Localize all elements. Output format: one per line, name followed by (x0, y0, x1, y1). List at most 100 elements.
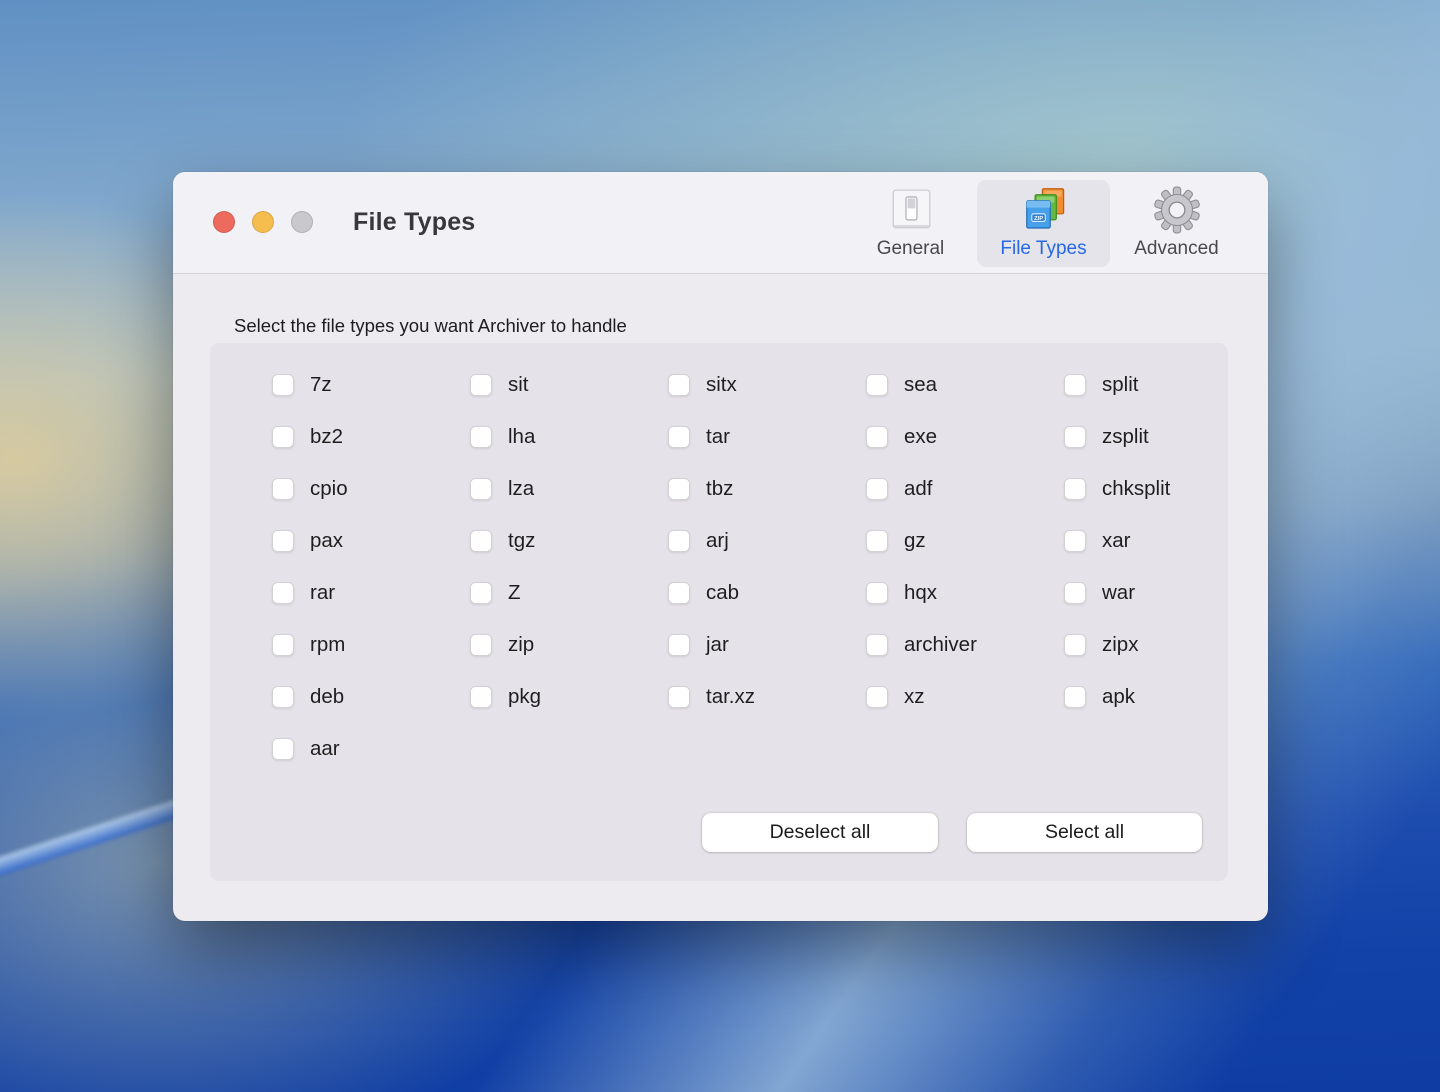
file-type-option-deb[interactable]: deb (272, 671, 348, 723)
file-type-option-archiver[interactable]: archiver (866, 619, 977, 671)
tab-advanced[interactable]: Advanced (1110, 180, 1243, 267)
file-type-option-cab[interactable]: cab (668, 567, 755, 619)
checkbox-unchecked[interactable] (668, 582, 690, 604)
minimize-button[interactable] (252, 211, 274, 233)
file-type-option-jar[interactable]: jar (668, 619, 755, 671)
file-type-label: gz (904, 529, 926, 553)
checkbox-unchecked[interactable] (866, 530, 888, 552)
file-type-option-xz[interactable]: xz (866, 671, 977, 723)
file-type-option-tgz[interactable]: tgz (470, 515, 541, 567)
file-type-label: xz (904, 685, 925, 709)
zoom-button[interactable] (291, 211, 313, 233)
file-type-label: pkg (508, 685, 541, 709)
file-type-option-sit[interactable]: sit (470, 359, 541, 411)
checkbox-unchecked[interactable] (1064, 582, 1086, 604)
file-type-column: 7z bz2 cpio pax rarrpmdeb aar (272, 359, 348, 775)
checkbox-unchecked[interactable] (470, 686, 492, 708)
file-type-label: pax (310, 529, 343, 553)
select-all-button[interactable]: Select all (967, 813, 1202, 852)
checkbox-unchecked[interactable] (866, 426, 888, 448)
checkbox-unchecked[interactable] (1064, 634, 1086, 656)
checkbox-unchecked[interactable] (272, 738, 294, 760)
file-type-option-hqx[interactable]: hqx (866, 567, 977, 619)
checkbox-unchecked[interactable] (272, 530, 294, 552)
checkbox-unchecked[interactable] (668, 530, 690, 552)
checkbox-unchecked[interactable] (272, 478, 294, 500)
checkbox-unchecked[interactable] (1064, 374, 1086, 396)
file-type-label: 7z (310, 373, 332, 397)
checkbox-unchecked[interactable] (866, 686, 888, 708)
file-type-option-tar.xz[interactable]: tar.xz (668, 671, 755, 723)
file-type-option-zipx[interactable]: zipx (1064, 619, 1170, 671)
close-button[interactable] (213, 211, 235, 233)
file-type-option-zip[interactable]: zip (470, 619, 541, 671)
file-type-label: aar (310, 737, 340, 761)
checkbox-unchecked[interactable] (470, 530, 492, 552)
deselect-all-button[interactable]: Deselect all (702, 813, 938, 852)
file-type-option-pax[interactable]: pax (272, 515, 348, 567)
checkbox-unchecked[interactable] (866, 582, 888, 604)
file-type-option-split[interactable]: split (1064, 359, 1170, 411)
file-type-label: war (1102, 581, 1135, 605)
file-type-label: exe (904, 425, 937, 449)
checkbox-unchecked[interactable] (470, 634, 492, 656)
file-type-option-tbz[interactable]: tbz (668, 463, 755, 515)
file-type-option-bz2[interactable]: bz2 (272, 411, 348, 463)
checkbox-unchecked[interactable] (1064, 478, 1086, 500)
file-type-option-chksplit[interactable]: chksplit (1064, 463, 1170, 515)
file-type-option-7z[interactable]: 7z (272, 359, 348, 411)
file-type-option-tar[interactable]: tar (668, 411, 755, 463)
checkbox-unchecked[interactable] (470, 582, 492, 604)
file-type-option-gz[interactable]: gz (866, 515, 977, 567)
checkbox-unchecked[interactable] (668, 634, 690, 656)
switch-icon (888, 182, 934, 238)
checkbox-unchecked[interactable] (1064, 426, 1086, 448)
file-type-column: sea exe adf gz hqxarchiver xz (866, 359, 977, 723)
file-type-option-exe[interactable]: exe (866, 411, 977, 463)
file-type-option-lza[interactable]: lza (470, 463, 541, 515)
file-type-option-Z[interactable]: Z (470, 567, 541, 619)
checkbox-unchecked[interactable] (470, 426, 492, 448)
file-type-label: cpio (310, 477, 348, 501)
file-type-option-rpm[interactable]: rpm (272, 619, 348, 671)
checkbox-unchecked[interactable] (1064, 530, 1086, 552)
checkbox-unchecked[interactable] (470, 374, 492, 396)
checkbox-unchecked[interactable] (668, 374, 690, 396)
checkbox-unchecked[interactable] (272, 582, 294, 604)
checkbox-unchecked[interactable] (668, 478, 690, 500)
checkbox-unchecked[interactable] (866, 478, 888, 500)
tab-file-types[interactable]: ZIP File Types (977, 180, 1110, 267)
checkbox-unchecked[interactable] (272, 634, 294, 656)
file-type-option-zsplit[interactable]: zsplit (1064, 411, 1170, 463)
file-type-option-apk[interactable]: apk (1064, 671, 1170, 723)
file-type-option-aar[interactable]: aar (272, 723, 348, 775)
file-type-label: sit (508, 373, 529, 397)
file-type-label: xar (1102, 529, 1130, 553)
checkbox-unchecked[interactable] (272, 426, 294, 448)
file-type-option-xar[interactable]: xar (1064, 515, 1170, 567)
checkbox-unchecked[interactable] (1064, 686, 1086, 708)
file-type-option-sea[interactable]: sea (866, 359, 977, 411)
checkbox-unchecked[interactable] (668, 686, 690, 708)
file-type-option-lha[interactable]: lha (470, 411, 541, 463)
file-type-option-adf[interactable]: adf (866, 463, 977, 515)
file-type-option-cpio[interactable]: cpio (272, 463, 348, 515)
checkbox-unchecked[interactable] (866, 634, 888, 656)
checkbox-unchecked[interactable] (272, 686, 294, 708)
file-type-option-rar[interactable]: rar (272, 567, 348, 619)
file-type-option-arj[interactable]: arj (668, 515, 755, 567)
checkbox-unchecked[interactable] (668, 426, 690, 448)
file-type-label: jar (706, 633, 729, 657)
file-type-label: sitx (706, 373, 737, 397)
file-type-option-sitx[interactable]: sitx (668, 359, 755, 411)
file-type-option-war[interactable]: war (1064, 567, 1170, 619)
checkbox-unchecked[interactable] (866, 374, 888, 396)
preferences-window: File Types General (173, 172, 1268, 921)
file-type-column: sit lhalzatgzZzip pkg (470, 359, 541, 723)
file-type-label: zip (508, 633, 534, 657)
checkbox-unchecked[interactable] (470, 478, 492, 500)
file-type-label: chksplit (1102, 477, 1170, 501)
checkbox-unchecked[interactable] (272, 374, 294, 396)
tab-general[interactable]: General (844, 180, 977, 267)
file-type-option-pkg[interactable]: pkg (470, 671, 541, 723)
